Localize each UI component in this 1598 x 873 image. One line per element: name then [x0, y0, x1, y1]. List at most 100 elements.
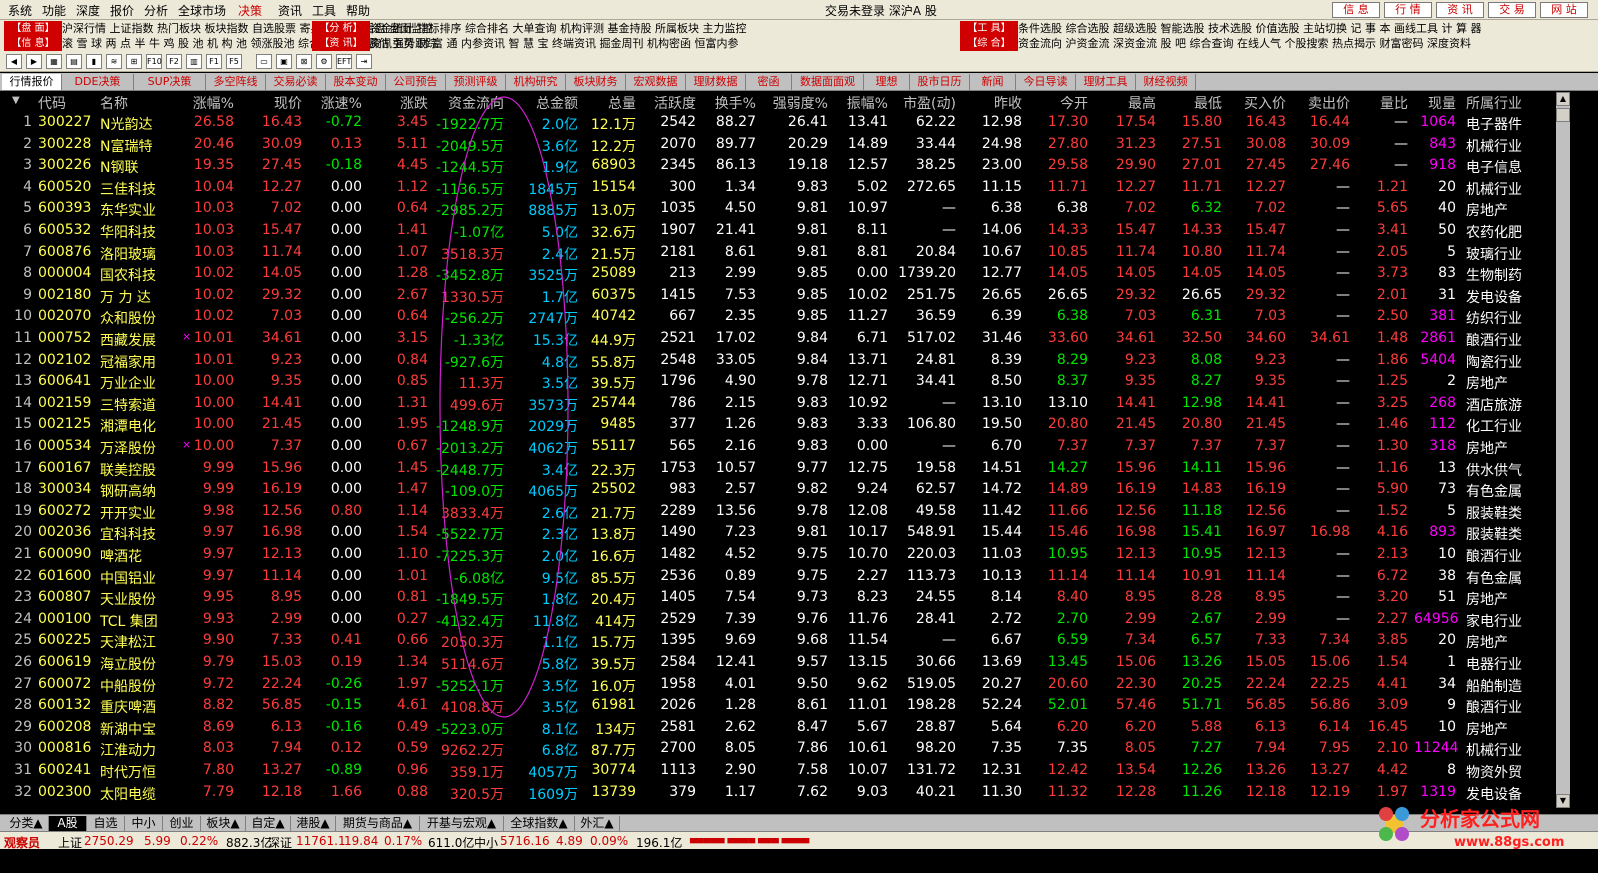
stock-code[interactable]: 000752	[38, 330, 91, 346]
scroll-thumb[interactable]	[1556, 108, 1570, 122]
vertical-scrollbar[interactable]: ▲ ▼	[1556, 92, 1570, 808]
bottom-tab[interactable]: 港股▲	[291, 816, 336, 831]
tab-item[interactable]: 理财工具	[1076, 74, 1136, 90]
column-header[interactable]: 活跃度	[640, 93, 696, 113]
f2-icon[interactable]: F2	[166, 54, 182, 69]
table-row[interactable]: 6 600532 华阳科技 10.03 15.47 0.00 1.41 -1.07亿 5.0亿 3…	[0, 220, 1556, 242]
stock-name[interactable]: 宜科科技	[100, 524, 156, 544]
chart-icon[interactable]: ▦	[46, 54, 62, 69]
column-header[interactable]: 换手%	[700, 93, 756, 113]
stock-name[interactable]: N钢联	[100, 157, 138, 177]
table-row[interactable]: 29 600208 新湖中宝 8.69 6.13 -0.16 0.49 -5223.0万 8.1…	[0, 717, 1556, 739]
table-row[interactable]: 19 600272 开开实业 9.98 12.56 0.80 1.14 3833.4万 2.6亿…	[0, 501, 1556, 523]
column-header[interactable]: 最高	[1094, 93, 1156, 113]
bottom-tab[interactable]: 外汇▲	[575, 816, 620, 831]
stock-name[interactable]: 海立股份	[100, 654, 156, 674]
column-header[interactable]: 卖出价	[1290, 93, 1350, 113]
stock-code[interactable]: 600072	[38, 676, 91, 692]
table-row[interactable]: 9 002180 万 力 达 10.02 29.32 0.00 2.67 1330.5万 1.7…	[0, 285, 1556, 307]
stock-name[interactable]: 江淮动力	[100, 740, 156, 760]
stock-name[interactable]: 重庆啤酒	[100, 697, 156, 717]
stock-code[interactable]: 600272	[38, 503, 91, 519]
stock-code[interactable]: 600520	[38, 179, 91, 195]
stock-name[interactable]: 啤酒花	[100, 546, 142, 566]
bottom-tab[interactable]: 全球指数▲	[504, 816, 575, 831]
stock-name[interactable]: 天业股份	[100, 589, 156, 609]
bottom-tab[interactable]: 期货与商品▲	[336, 816, 420, 831]
table-row[interactable]: 4 600520 三佳科技 10.04 12.27 0.00 1.12 -1136.5万 184…	[0, 177, 1556, 199]
column-header[interactable]: 资金流向	[432, 93, 504, 113]
stock-code[interactable]: 600532	[38, 222, 91, 238]
bottom-tab[interactable]: 中小	[125, 816, 163, 831]
stock-name[interactable]: TCL 集团	[100, 611, 158, 631]
stock-name[interactable]: 钢研高纳	[100, 481, 156, 501]
bottom-tab[interactable]: 创业	[163, 816, 201, 831]
stock-name[interactable]: 万业企业	[100, 373, 156, 393]
stock-code[interactable]: 600090	[38, 546, 91, 562]
stock-name[interactable]: 华阳科技	[100, 222, 156, 242]
quick-link-row[interactable]: 资金统计 指标排序 综合排名 大单查询 机构评测 基金持股 所属板块 主力监控	[370, 21, 746, 36]
table-row[interactable]: 5 600393 东华实业 10.03 7.02 0.00 0.64 -2985.2万 8885…	[0, 198, 1556, 220]
tab-item[interactable]: 今日导读	[1016, 74, 1076, 90]
tab-item[interactable]: 新闻	[970, 74, 1016, 90]
stock-code[interactable]: 002036	[38, 524, 91, 540]
tab-item[interactable]: 公司预告	[386, 74, 446, 90]
stock-code[interactable]: 600208	[38, 719, 91, 735]
menu-item[interactable]: 深度	[76, 2, 100, 19]
stock-code[interactable]: 000534	[38, 438, 91, 454]
table-row[interactable]: 14 002159 三特索道 10.00 14.41 0.00 1.31 499.6万 3573…	[0, 393, 1556, 415]
stock-code[interactable]: 601600	[38, 568, 91, 584]
forward-icon[interactable]: ▶	[26, 54, 42, 69]
menu-item[interactable]: 全球市场	[178, 2, 226, 19]
stock-code[interactable]: 600807	[38, 589, 91, 605]
menu-item[interactable]: 系统	[8, 2, 32, 19]
stock-code[interactable]: 600132	[38, 697, 91, 713]
column-header[interactable]: 总量	[580, 93, 636, 113]
bottom-tab[interactable]: 自选	[87, 816, 125, 831]
column-header[interactable]: 振幅%	[832, 93, 888, 113]
stock-code[interactable]: 600876	[38, 244, 91, 260]
stock-name[interactable]: 洛阳玻璃	[100, 244, 156, 264]
stock-name[interactable]: 国农科技	[100, 265, 156, 285]
stock-name[interactable]: 天津松江	[100, 632, 156, 652]
column-header[interactable]: 代码	[38, 93, 86, 113]
column-header[interactable]: 今开	[1028, 93, 1088, 113]
table-row[interactable]: 27 600072 中船股份 9.72 22.24 -0.26 1.97 -5252.1万 3.…	[0, 674, 1556, 696]
table-row[interactable]: 10 002070 众和股份 10.02 7.03 0.00 0.64 -256.2万 2747…	[0, 306, 1556, 328]
table-row[interactable]: 32 002300 太阳电缆 7.79 12.18 1.66 0.88 320.5万 1609万…	[0, 782, 1556, 804]
quick-link-category[interactable]: 【分 析】 【资 讯】	[312, 21, 370, 51]
column-header[interactable]: 所属行业	[1466, 93, 1552, 113]
stock-name[interactable]: 太阳电缆	[100, 784, 156, 804]
menu-item[interactable]: 工具	[312, 2, 336, 19]
stock-code[interactable]: 600167	[38, 460, 91, 476]
table-row[interactable]: 3 300226 N钢联 19.35 27.45 -0.18 4.45 -1244.5万 1.9…	[0, 155, 1556, 177]
table-row[interactable]: 13 600641 万业企业 10.00 9.35 0.00 0.85 11.3万 3.5亿 39…	[0, 371, 1556, 393]
tab-item[interactable]: 预测评级	[446, 74, 506, 90]
table-row[interactable]: 7 600876 洛阳玻璃 10.03 11.74 0.00 1.07 3518.3万 2.4亿…	[0, 242, 1556, 264]
stock-name[interactable]: N光韵达	[100, 114, 152, 134]
menu-item[interactable]: 报价	[110, 2, 134, 19]
table-icon[interactable]: EFT	[336, 54, 352, 69]
bottom-tab[interactable]: A股	[49, 816, 87, 831]
bottom-tab[interactable]: 板块▲	[201, 816, 246, 831]
top-button[interactable]: 信 息	[1332, 2, 1380, 18]
column-header[interactable]: 现量	[1414, 93, 1456, 113]
bottom-tab[interactable]: 开基与宏观▲	[420, 816, 504, 831]
table-row[interactable]: 12 002102 冠福家用 10.01 9.23 0.00 0.84 -927.6万 4.8亿…	[0, 350, 1556, 372]
column-header[interactable]: 强弱度%	[762, 93, 828, 113]
quick-link-row[interactable]: 条件选股 综合选股 超级选股 智能选股 技术选股 价值选股 主站切换 记 事 本…	[1018, 21, 1481, 36]
column-header[interactable]: 涨跌	[370, 93, 428, 113]
stock-code[interactable]: 600619	[38, 654, 91, 670]
tab-item[interactable]: 多空阵线	[206, 74, 266, 90]
table-row[interactable]: 30 000816 江淮动力 8.03 7.94 0.12 0.59 9262.2万 6.8亿 8…	[0, 738, 1556, 760]
settings-icon[interactable]: ⚙	[316, 54, 332, 69]
open-folder-icon[interactable]: ▭	[256, 54, 272, 69]
tab-item[interactable]: 理财数据	[686, 74, 746, 90]
tab-item[interactable]: DDE决策	[62, 74, 134, 90]
stock-code[interactable]: 000100	[38, 611, 91, 627]
column-header[interactable]: 昨收	[962, 93, 1022, 113]
stock-name[interactable]: 万 力 达	[100, 287, 151, 307]
menu-item[interactable]: 分析	[144, 2, 168, 19]
tab-item[interactable]: 密函	[746, 74, 792, 90]
column-header[interactable]: 总金额	[508, 93, 578, 113]
